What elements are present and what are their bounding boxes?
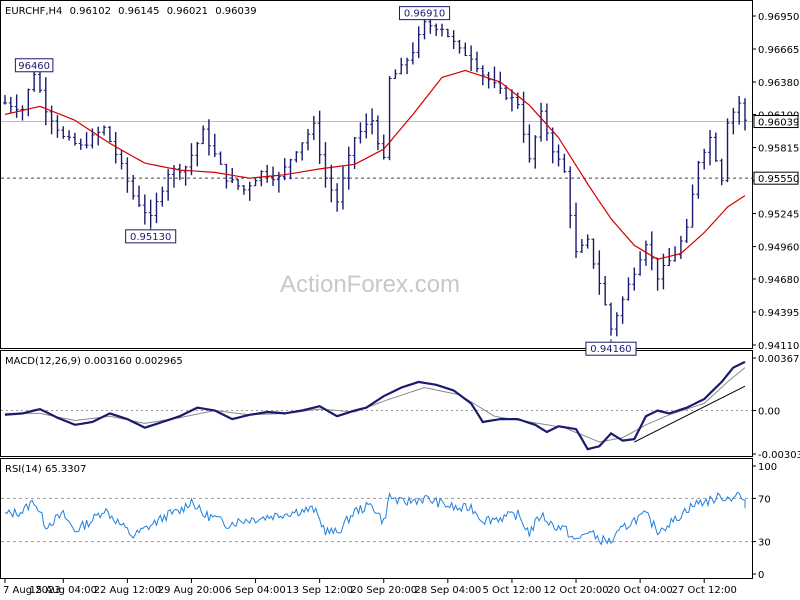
rsi-y-tick-label: 0 bbox=[758, 570, 764, 581]
price-y-tick-label: 0.94110 bbox=[758, 341, 799, 352]
x-tick-label: 12 Oct 20:00 bbox=[543, 585, 608, 596]
x-tick-label: 22 Aug 12:00 bbox=[94, 585, 161, 596]
price-y-tick-label: 0.96380 bbox=[758, 78, 799, 89]
price-y-tick-label: 0.94680 bbox=[758, 275, 799, 286]
price-y-tick-label: 0.94960 bbox=[758, 243, 799, 254]
x-tick-label: 15 Aug 04:00 bbox=[30, 585, 97, 596]
eurchf-chart: ActionForex.com 0.96910 96460 0.95130 0.941… bbox=[0, 0, 800, 596]
rsi-y-tick-label: 30 bbox=[758, 538, 771, 549]
macd-plot bbox=[1, 360, 752, 451]
rsi-title: RSI(14) 65.3307 bbox=[5, 464, 86, 475]
price-y-tick-label: 0.94395 bbox=[758, 308, 799, 319]
x-tick-label: 5 Oct 12:00 bbox=[483, 585, 542, 596]
macd-y-tick-label: 0.00 bbox=[758, 407, 780, 418]
x-tick-label: 13 Sep 12:00 bbox=[286, 585, 353, 596]
price-plot: 0.96910 96460 0.95130 0.94160 bbox=[1, 6, 752, 356]
macd-title: MACD(12,26,9) 0.003160 0.002965 bbox=[5, 356, 183, 367]
price-y-tick-label: 0.96950 bbox=[758, 12, 799, 23]
moving-average-line bbox=[4, 69, 746, 260]
annotation-label: 0.96910 bbox=[404, 9, 445, 20]
annotation-label: 0.94160 bbox=[590, 344, 631, 355]
x-tick-label: 29 Aug 20:00 bbox=[158, 585, 225, 596]
price-header: EURCHF,H4 0.96102 0.96145 0.96021 0.9603… bbox=[5, 6, 257, 17]
level-price-tag-label: 0.95550 bbox=[758, 174, 799, 185]
macd-signal-line bbox=[5, 367, 746, 443]
watermark: ActionForex.com bbox=[280, 271, 460, 298]
annotation-label: 0.95130 bbox=[130, 232, 171, 243]
axes: 0.969500.966650.963800.961000.958150.955… bbox=[3, 12, 800, 596]
x-tick-label: 20 Sep 20:00 bbox=[350, 585, 417, 596]
rsi-y-tick-label: 70 bbox=[758, 494, 771, 505]
current-price-tag-label: 0.96039 bbox=[758, 118, 799, 129]
macd-y-tick-label: -0.003038 bbox=[758, 450, 800, 461]
price-y-tick-label: 0.95815 bbox=[758, 143, 799, 154]
rsi-line bbox=[4, 491, 746, 546]
macd-line bbox=[4, 360, 746, 451]
x-tick-label: 27 Oct 12:00 bbox=[672, 585, 737, 596]
rsi-y-tick-label: 100 bbox=[758, 462, 777, 473]
x-tick-label: 28 Sep 04:00 bbox=[414, 585, 481, 596]
x-tick-label: 20 Oct 04:00 bbox=[608, 585, 673, 596]
macd-y-tick-label: 0.00367 bbox=[758, 354, 799, 365]
price-y-tick-label: 0.96665 bbox=[758, 45, 799, 56]
annotation-label: 96460 bbox=[18, 61, 50, 72]
x-tick-label: 6 Sep 04:00 bbox=[225, 585, 285, 596]
price-y-tick-label: 0.95245 bbox=[758, 210, 799, 221]
rsi-plot bbox=[1, 491, 752, 546]
